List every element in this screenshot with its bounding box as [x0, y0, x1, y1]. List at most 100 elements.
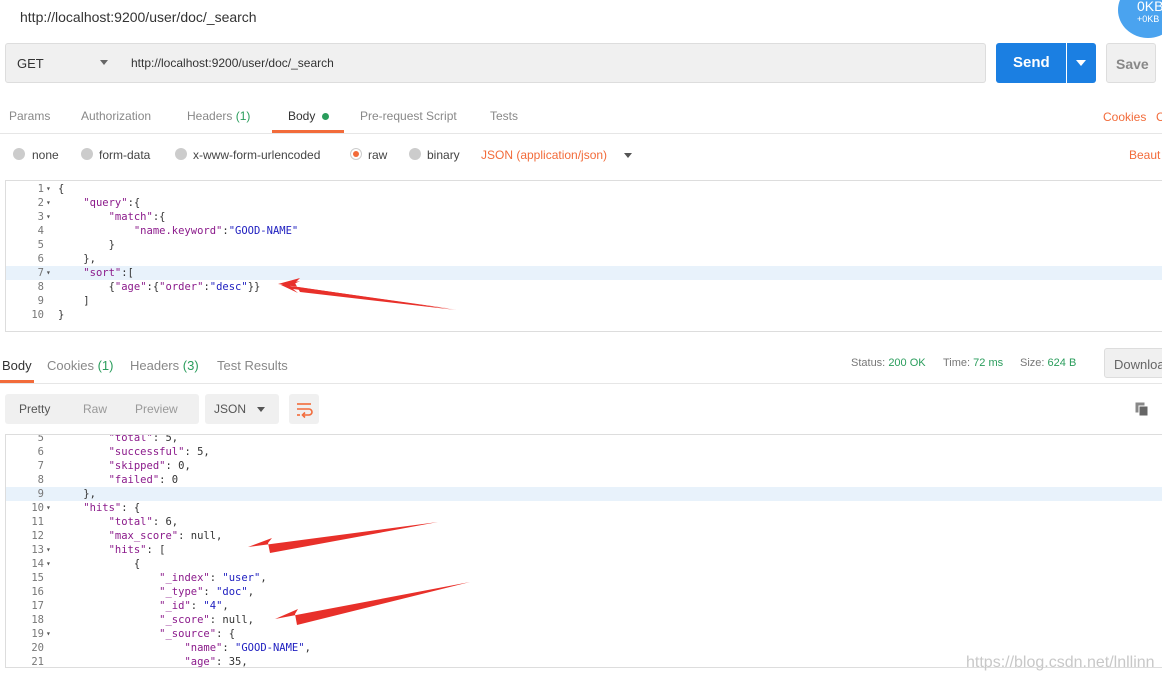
code-text: {"age":{"order":"desc"}}: [58, 281, 261, 293]
response-tab-headers[interactable]: Headers (3): [130, 358, 199, 373]
tab-prerequest-script[interactable]: Pre-request Script: [360, 109, 457, 123]
code-text: }: [58, 239, 115, 251]
chevron-down-icon: [1076, 60, 1086, 66]
radio-none-label: none: [32, 148, 59, 162]
response-tab-cookies-count: (1): [97, 358, 114, 373]
radio-none[interactable]: [13, 148, 25, 160]
code-line: 8 "failed": 0: [6, 473, 1162, 487]
method-select[interactable]: GET: [5, 43, 121, 83]
network-speed-main: 0KB: [1137, 0, 1162, 14]
radio-urlencoded-label: x-www-form-urlencoded: [193, 148, 321, 162]
code-text: "total": 6,: [108, 516, 179, 528]
line-number: 9: [37, 295, 44, 307]
content-type-select[interactable]: JSON (application/json): [481, 148, 607, 162]
wrap-lines-button[interactable]: [289, 394, 319, 424]
code-line: 8 {"age":{"order":"desc"}}: [6, 280, 1162, 294]
copy-icon[interactable]: [1135, 402, 1149, 417]
code-line: 9 ]: [6, 294, 1162, 308]
fold-toggle-icon[interactable]: ▾: [46, 210, 51, 224]
response-tab-cookies-label: Cookies: [47, 358, 94, 373]
line-number: 7: [37, 267, 44, 279]
code-text: ]: [58, 295, 90, 307]
tab-body[interactable]: Body: [288, 109, 315, 123]
fold-toggle-icon[interactable]: ▾: [46, 266, 51, 280]
response-size: Size: 624 B: [1020, 357, 1076, 369]
radio-binary[interactable]: [409, 148, 421, 160]
code-text: "_source": {: [159, 628, 236, 640]
code-line: 17 "_id": "4",: [6, 599, 1162, 613]
code-line: 20 "name": "GOOD-NAME",: [6, 641, 1162, 655]
code-line: 6 "successful": 5,: [6, 445, 1162, 459]
line-number: 15: [31, 572, 44, 584]
radio-raw[interactable]: [350, 148, 362, 160]
code-text: "successful": 5,: [108, 446, 210, 458]
tab-headers[interactable]: Headers (1): [187, 109, 250, 123]
code-link[interactable]: C: [1156, 110, 1162, 124]
download-button[interactable]: Downloa: [1104, 348, 1162, 378]
url-input[interactable]: http://localhost:9200/user/doc/_search: [120, 43, 986, 83]
line-number: 10: [31, 502, 44, 514]
tab-tests[interactable]: Tests: [490, 109, 518, 123]
code-line: 2 ▾ "query":{: [6, 196, 1162, 210]
code-line: 18 "_score": null,: [6, 613, 1162, 627]
response-tab-cookies[interactable]: Cookies (1): [47, 358, 113, 373]
view-preview-button[interactable]: Preview: [135, 402, 178, 416]
line-number: 6: [37, 446, 44, 458]
response-body-viewer[interactable]: 5 "total": 5, 6 "successful": 5, 7 "skippe…: [5, 434, 1162, 668]
code-line: 10}: [6, 308, 1162, 322]
fold-toggle-icon[interactable]: ▾: [46, 557, 51, 571]
line-number: 19: [31, 628, 44, 640]
code-text: "query":{: [83, 197, 141, 209]
divider: [0, 133, 1162, 134]
tab-params[interactable]: Params: [9, 109, 50, 123]
code-line: 5 }: [6, 238, 1162, 252]
response-tab-test-results[interactable]: Test Results: [217, 358, 288, 373]
code-text: "max_score": null,: [108, 530, 223, 542]
size-label: Size:: [1020, 357, 1045, 369]
line-number: 1: [37, 183, 44, 195]
fold-toggle-icon[interactable]: ▾: [46, 196, 51, 210]
code-text: "_type": "doc",: [159, 586, 255, 598]
line-number: 20: [31, 642, 44, 654]
code-text: "name": "GOOD-NAME",: [184, 642, 311, 654]
size-value: 624 B: [1047, 357, 1077, 369]
window-title: http://localhost:9200/user/doc/_search: [20, 9, 257, 25]
response-time: Time: 72 ms: [943, 357, 1003, 369]
line-number: 5: [37, 239, 44, 251]
fold-toggle-icon[interactable]: ▾: [46, 543, 51, 557]
cookies-link[interactable]: Cookies: [1103, 110, 1146, 124]
code-line: 16 "_type": "doc",: [6, 585, 1162, 599]
window-title-bar: http://localhost:9200/user/doc/_search: [0, 0, 1162, 36]
line-number: 5: [37, 434, 44, 444]
radio-form-data-label: form-data: [99, 148, 151, 162]
method-value: GET: [17, 56, 44, 71]
tab-authorization[interactable]: Authorization: [81, 109, 151, 123]
code-line: 13 ▾ "hits": [: [6, 543, 1162, 557]
code-line: 14 ▾ {: [6, 557, 1162, 571]
response-tab-body[interactable]: Body: [2, 358, 32, 373]
view-raw-button[interactable]: Raw: [83, 402, 107, 416]
code-text: "hits": {: [83, 502, 141, 514]
code-text: "skipped": 0,: [108, 460, 191, 472]
fold-toggle-icon[interactable]: ▾: [46, 182, 51, 196]
divider: [0, 383, 1162, 384]
chevron-down-icon: [257, 407, 265, 412]
send-options-button[interactable]: [1067, 43, 1096, 83]
radio-urlencoded[interactable]: [175, 148, 187, 160]
response-format-select[interactable]: JSON: [205, 394, 279, 424]
fold-toggle-icon[interactable]: ▾: [46, 501, 51, 515]
view-mode-group: Pretty Raw Preview: [5, 394, 199, 424]
code-line: 15 "_index": "user",: [6, 571, 1162, 585]
radio-form-data[interactable]: [81, 148, 93, 160]
tab-headers-label: Headers: [187, 109, 233, 123]
radio-raw-label: raw: [368, 148, 388, 162]
code-line: 12 "max_score": null,: [6, 529, 1162, 543]
watermark: https://blog.csdn.net/lnllinn: [966, 654, 1155, 671]
beautify-link[interactable]: Beaut: [1129, 148, 1160, 162]
fold-toggle-icon[interactable]: ▾: [46, 627, 51, 641]
save-button[interactable]: Save: [1106, 43, 1156, 83]
request-body-editor[interactable]: 1 ▾{2 ▾ "query":{3 ▾ "match":{4 "name.keywo…: [5, 180, 1162, 332]
send-button[interactable]: Send: [996, 43, 1066, 83]
code-line: 5 "total": 5,: [6, 434, 1162, 445]
view-pretty-button[interactable]: Pretty: [19, 402, 50, 416]
